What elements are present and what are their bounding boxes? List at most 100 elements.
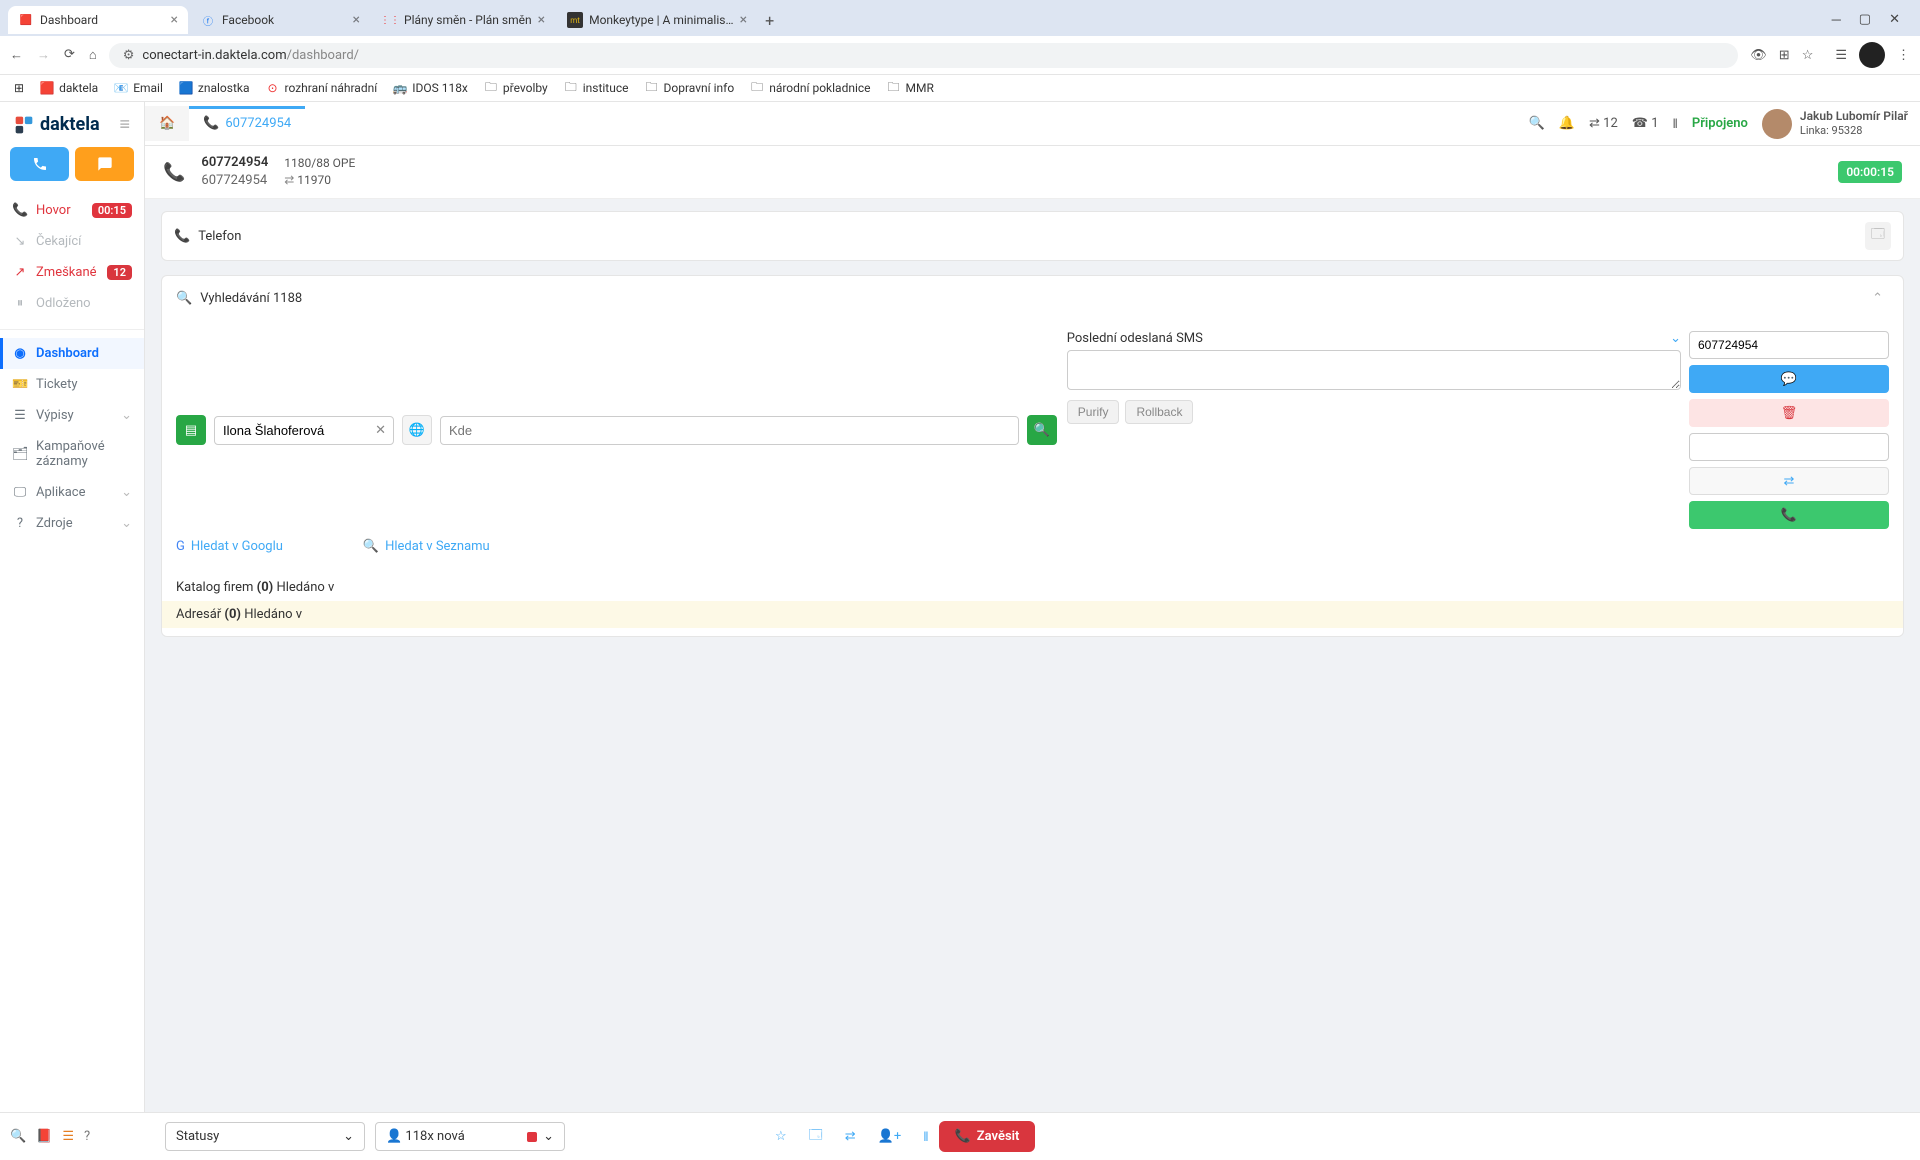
- sms-transfer-button[interactable]: ⇄: [1689, 467, 1889, 495]
- search-icon[interactable]: 🔍: [1529, 116, 1545, 131]
- bookmark-znalostka[interactable]: 🟦znalostka: [179, 81, 250, 95]
- apptab-call[interactable]: 📞607724954: [189, 106, 305, 141]
- nav-odlozeno[interactable]: ⏸Odloženo: [0, 288, 144, 319]
- tab-facebook[interactable]: ⓕ Facebook ×: [190, 6, 370, 34]
- seznam-search-link[interactable]: 🔍Hledat v Seznamu: [363, 539, 490, 554]
- tab-close-icon[interactable]: ×: [171, 12, 178, 28]
- status-select[interactable]: Statusy⌄: [165, 1122, 365, 1151]
- quick-call-button[interactable]: [10, 147, 69, 181]
- adresar-row: Adresář (0) Hledáno v: [162, 601, 1903, 628]
- hangup-button[interactable]: 📞 Zavěsit: [939, 1121, 1036, 1152]
- google-search-link[interactable]: GHledat v Googlu: [176, 539, 283, 554]
- nav-zmeskane[interactable]: ↗Zmeškané12: [0, 257, 144, 288]
- new-tab-button[interactable]: +: [759, 5, 780, 36]
- tab-dashboard[interactable]: 🟥 Dashboard ×: [8, 6, 188, 34]
- search-where-input[interactable]: [440, 416, 1019, 445]
- reading-list-icon[interactable]: ☰: [1835, 48, 1847, 63]
- help-icon[interactable]: ?: [84, 1129, 90, 1144]
- bell-icon[interactable]: 🔔: [1559, 116, 1575, 131]
- purify-button[interactable]: Purify: [1067, 400, 1120, 424]
- category-button[interactable]: ▤: [176, 415, 206, 445]
- nav-tickety[interactable]: 🎫Tickety: [0, 369, 144, 400]
- queue-select[interactable]: 👤 118x nová ⌄: [375, 1122, 565, 1151]
- bookmark-idos[interactable]: 🚌IDOS 118x: [393, 81, 468, 95]
- search-button[interactable]: 🔍: [1027, 415, 1057, 445]
- bookmark-instituce[interactable]: 🗀instituce: [564, 81, 629, 95]
- star-icon[interactable]: ☆: [775, 1129, 787, 1144]
- search-icon[interactable]: 🔍: [10, 1129, 26, 1144]
- call-route: ⇄ 11970: [284, 172, 355, 189]
- tab-plany[interactable]: ⋮⋮ Plány směn - Plán směn ×: [372, 6, 555, 34]
- address-bar[interactable]: ⚙ conectart-in.daktela.com/dashboard/: [109, 43, 1739, 68]
- bookmark-dopravni[interactable]: 🗀Dopravní info: [645, 81, 735, 95]
- sms-delete-button[interactable]: 🗑: [1689, 399, 1889, 427]
- bottom-bar: 🔍 📕 ☰ ? Statusy⌄ 👤 118x nová ⌄ ☆ 🗔 ⇄ 👤+ …: [0, 1112, 1920, 1160]
- pause-icon[interactable]: ‖: [1673, 116, 1678, 132]
- bookmark-prevolby[interactable]: 🗀převolby: [484, 81, 548, 95]
- nav-hovor[interactable]: 📞Hovor00:15: [0, 195, 144, 226]
- nav-forward-icon[interactable]: →: [37, 47, 50, 63]
- sms-textarea[interactable]: [1067, 350, 1681, 390]
- logo[interactable]: daktela ≡: [0, 102, 144, 147]
- transfer-count[interactable]: ⇄ 12: [1589, 116, 1618, 131]
- search-who-input[interactable]: [214, 416, 394, 445]
- bookmark-star-icon[interactable]: ☆: [1802, 48, 1814, 63]
- translate-icon[interactable]: ⊞: [1779, 48, 1790, 63]
- add-person-icon[interactable]: 👤+: [878, 1129, 902, 1144]
- nav-reload-icon[interactable]: ⟳: [64, 47, 75, 63]
- nav-kampan[interactable]: 🗂Kampaňové záznamy: [0, 431, 144, 477]
- user-line: Linka: 95328: [1800, 124, 1908, 138]
- profile-avatar[interactable]: [1859, 42, 1885, 68]
- nav-dashboard[interactable]: ◉Dashboard: [0, 338, 144, 369]
- card-icon[interactable]: 🗔: [809, 1126, 823, 1148]
- apps-icon[interactable]: ⊞: [14, 81, 24, 95]
- book-icon[interactable]: 📕: [36, 1129, 52, 1144]
- nav-zdroje[interactable]: ?Zdroje⌄: [0, 508, 144, 539]
- nav-home-icon[interactable]: ⌂: [89, 47, 97, 63]
- sms-send-button[interactable]: 💬: [1689, 365, 1889, 393]
- pause-icon[interactable]: ‖: [923, 1129, 928, 1145]
- bookmark-mmr[interactable]: 🗀MMR: [887, 81, 934, 95]
- chrome-menu-icon[interactable]: ⋮: [1897, 48, 1910, 63]
- nav-cekajici[interactable]: ↘Čekající: [0, 226, 144, 257]
- bookmarks-bar: ⊞ 🟥daktela 📧Email 🟦znalostka ⊙rozhraní n…: [0, 75, 1920, 102]
- rollback-button[interactable]: Rollback: [1125, 400, 1193, 424]
- chevron-down-icon: ⌄: [121, 408, 132, 423]
- collapse-icon[interactable]: ⌃: [1866, 288, 1889, 309]
- nav-aplikace[interactable]: 🖵Aplikace⌄: [0, 477, 144, 508]
- panel-telefon-title: Telefon: [198, 229, 241, 244]
- user-block[interactable]: Jakub Lubomír Pilař Linka: 95328: [1762, 109, 1908, 139]
- window-maximize-icon[interactable]: ▢: [1859, 12, 1871, 28]
- sms-number-input[interactable]: [1689, 331, 1889, 359]
- nav-back-icon[interactable]: ←: [10, 47, 23, 63]
- extension-icon[interactable]: 👁: [1750, 48, 1767, 63]
- task-icon[interactable]: ☰: [62, 1129, 74, 1144]
- call-number-sub: 607724954: [201, 172, 268, 190]
- bookmark-email[interactable]: 📧Email: [114, 81, 163, 95]
- tab-close-icon[interactable]: ×: [353, 12, 360, 28]
- card-icon[interactable]: 🗔: [1865, 222, 1891, 250]
- status-dot-icon: [527, 1132, 537, 1142]
- apptab-home[interactable]: 🏠: [145, 106, 189, 141]
- line-count[interactable]: ☎ 1: [1632, 116, 1659, 131]
- clear-icon[interactable]: ✕: [375, 423, 386, 438]
- quick-chat-button[interactable]: [75, 147, 134, 181]
- bookmark-rozhrani[interactable]: ⊙rozhraní náhradní: [266, 81, 378, 95]
- transfer-icon[interactable]: ⇄: [845, 1129, 856, 1144]
- globe-button[interactable]: 🌐: [402, 415, 432, 445]
- site-settings-icon[interactable]: ⚙: [123, 48, 135, 63]
- sms-call-button[interactable]: 📞: [1689, 501, 1889, 529]
- window-close-icon[interactable]: ✕: [1889, 12, 1900, 28]
- window-minimize-icon[interactable]: ─: [1832, 12, 1841, 28]
- nav-vypisy[interactable]: ☰Výpisy⌄: [0, 400, 144, 431]
- sms-extra-input[interactable]: [1689, 433, 1889, 461]
- tab-monkeytype[interactable]: mt Monkeytype | A minimalistic, c... ×: [557, 6, 757, 34]
- chevron-down-icon[interactable]: ⌄: [1670, 331, 1681, 346]
- campaign-icon: 🗂: [12, 447, 28, 462]
- tab-close-icon[interactable]: ×: [740, 12, 747, 28]
- call-number-main: 607724954: [201, 154, 268, 172]
- tab-close-icon[interactable]: ×: [538, 12, 545, 28]
- bookmark-narodni[interactable]: 🗀národní pokladnice: [750, 81, 870, 95]
- sidebar-toggle-icon[interactable]: ≡: [119, 114, 130, 135]
- bookmark-daktela[interactable]: 🟥daktela: [40, 81, 98, 95]
